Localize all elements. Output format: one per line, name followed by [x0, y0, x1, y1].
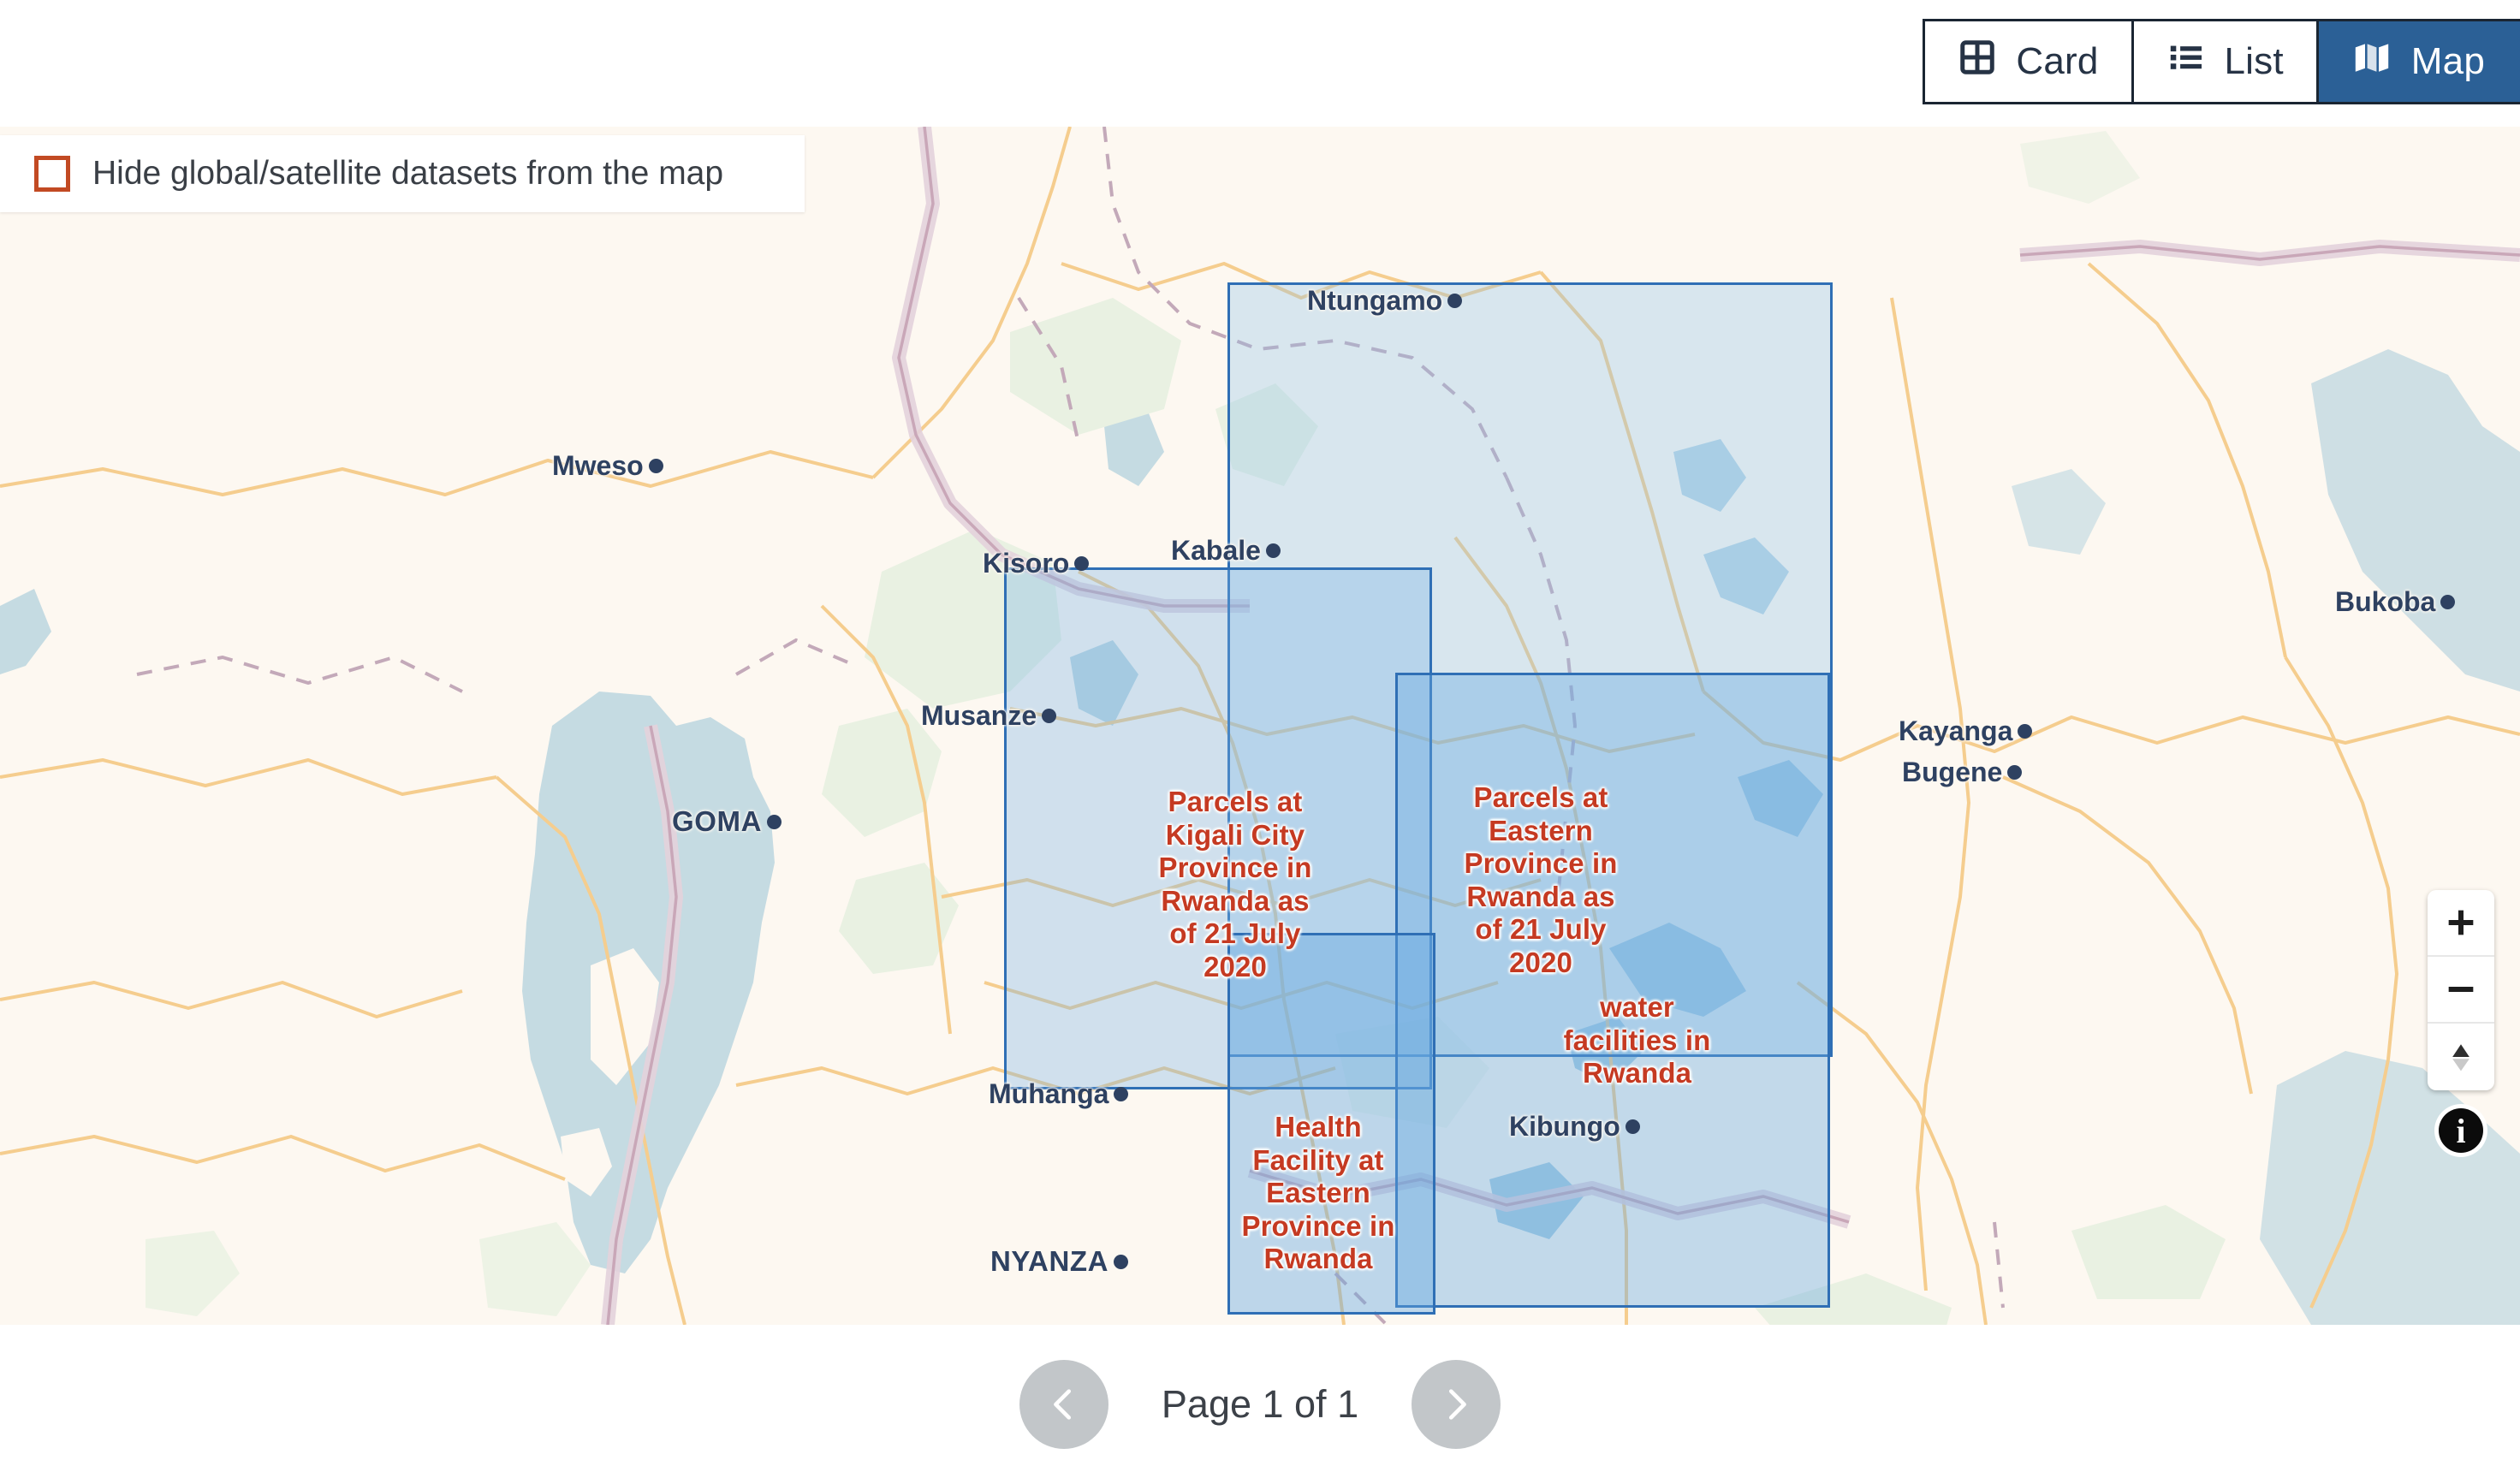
- city-name: Kayanga: [1899, 715, 2013, 746]
- city-dot: [2440, 595, 2456, 609]
- compass-icon: [2452, 1044, 2469, 1071]
- city-dot: [767, 814, 782, 829]
- city-name: Kisoro: [983, 548, 1070, 579]
- city-dot: [1447, 294, 1463, 308]
- map-city-label-bugene: Bugene: [1902, 757, 2023, 788]
- map-zoom-controls[interactable]: [2428, 890, 2494, 1090]
- view-mode-map-label: Map: [2410, 40, 2485, 82]
- city-name: Kabale: [1171, 535, 1261, 566]
- view-mode-list-label: List: [2224, 40, 2284, 82]
- info-icon: i: [2439, 1108, 2483, 1153]
- map-city-label-musanze: Musanze: [921, 700, 1057, 732]
- map-city-label-mweso: Mweso: [552, 450, 663, 482]
- map-basemap-tiles: Parcels at Kigali City Province in Rwand…: [0, 127, 2520, 1325]
- city-name: Muhanga: [989, 1078, 1109, 1109]
- map-folded-icon: [2351, 37, 2392, 87]
- minus-icon: [2448, 987, 2474, 992]
- grid-card-icon: [1958, 38, 1997, 86]
- view-mode-card-button[interactable]: Card: [1925, 21, 2134, 102]
- map-city-label-kayanga: Kayanga: [1899, 715, 2033, 747]
- dataset-label-parcels-kigali: Parcels at Kigali City Province in Rwand…: [1158, 786, 1312, 983]
- city-dot: [1042, 709, 1057, 723]
- map-search-results-page: Card List Map Parcels at Kigali City Pro…: [0, 0, 2520, 1484]
- map-city-label-bukoba: Bukoba: [2335, 586, 2456, 618]
- city-dot: [1625, 1119, 1640, 1134]
- dataset-bbox-water-facilities[interactable]: [1395, 673, 1830, 1308]
- map-zoom-out-button[interactable]: [2428, 957, 2494, 1024]
- view-mode-map-button[interactable]: Map: [2318, 21, 2520, 102]
- pagination-bar: Page 1 of 1: [0, 1325, 2520, 1484]
- dataset-label-health-facility: Health Facility at Eastern Province in R…: [1241, 1111, 1395, 1275]
- top-bar: Card List Map: [0, 0, 2520, 127]
- city-name: Mweso: [552, 450, 644, 481]
- map-city-label-ntungamo: Ntungamo: [1307, 285, 1463, 317]
- city-name: Kibungo: [1509, 1111, 1620, 1142]
- city-name: Bugene: [1902, 757, 2003, 787]
- hide-global-datasets-label: Hide global/satellite datasets from the …: [92, 155, 724, 192]
- pagination-next-button[interactable]: [1412, 1360, 1501, 1449]
- hide-global-datasets-checkbox[interactable]: [34, 156, 70, 192]
- view-mode-toggle-group[interactable]: Card List Map: [1923, 19, 2520, 104]
- chevron-right-icon: [1449, 1389, 1466, 1420]
- map-city-label-goma: GOMA: [672, 805, 782, 838]
- city-dot: [1114, 1254, 1129, 1269]
- map-city-label-kabale: Kabale: [1171, 535, 1281, 567]
- city-name: Bukoba: [2335, 586, 2436, 617]
- city-dot: [2007, 765, 2023, 780]
- dataset-label-water-facilities: water facilities in Rwanda: [1563, 991, 1711, 1089]
- map-zoom-in-button[interactable]: [2428, 890, 2494, 957]
- city-name: GOMA: [672, 805, 763, 837]
- pagination-prev-button[interactable]: [1019, 1360, 1108, 1449]
- map-canvas[interactable]: Parcels at Kigali City Province in Rwand…: [0, 127, 2520, 1325]
- hide-global-datasets-panel[interactable]: Hide global/satellite datasets from the …: [0, 135, 805, 212]
- list-icon: [2166, 38, 2206, 86]
- view-mode-list-button[interactable]: List: [2133, 21, 2319, 102]
- city-dot: [1074, 556, 1090, 571]
- city-dot: [1265, 543, 1281, 558]
- map-attribution-info-button[interactable]: i: [2434, 1104, 2487, 1157]
- plus-icon: [2448, 910, 2474, 935]
- city-name: NYANZA: [990, 1245, 1109, 1277]
- city-dot: [648, 459, 663, 473]
- pagination-page-indicator: Page 1 of 1: [1161, 1382, 1359, 1426]
- dataset-label-parcels-eastern: Parcels at Eastern Province in Rwanda as…: [1464, 781, 1618, 979]
- city-dot: [2018, 724, 2033, 739]
- map-city-label-kisoro: Kisoro: [983, 548, 1090, 579]
- map-compass-button[interactable]: [2428, 1024, 2494, 1090]
- city-dot: [1114, 1087, 1129, 1101]
- city-name: Ntungamo: [1307, 285, 1443, 316]
- map-city-label-kibungo: Kibungo: [1509, 1111, 1640, 1143]
- chevron-left-icon: [1054, 1389, 1071, 1420]
- map-city-label-nyanza: NYANZA: [990, 1245, 1129, 1278]
- view-mode-card-label: Card: [2016, 40, 2099, 82]
- map-city-label-muhanga: Muhanga: [989, 1078, 1129, 1110]
- city-name: Musanze: [921, 700, 1037, 731]
